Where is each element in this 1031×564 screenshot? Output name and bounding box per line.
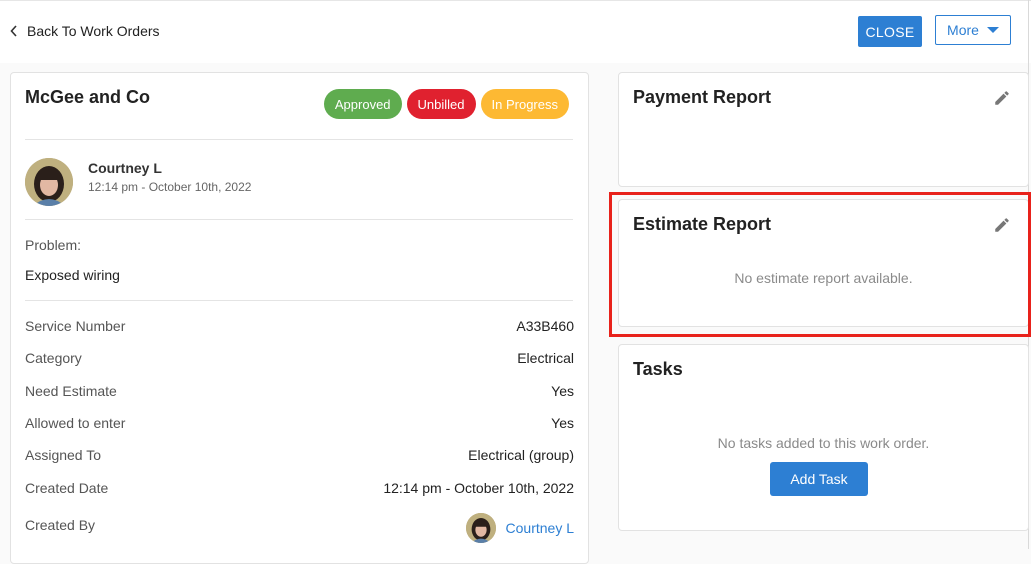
avatar	[25, 158, 73, 206]
estimate-report-title: Estimate Report	[633, 214, 772, 234]
estimate-report-card: Estimate Report No estimate report avail…	[618, 199, 1029, 327]
detail-label-service-number: Service Number	[25, 318, 126, 334]
tasks-empty-text: No tasks added to this work order.	[717, 435, 930, 451]
back-to-work-orders-link[interactable]: Back To Work Orders	[10, 23, 160, 39]
add-task-label: Add Task	[790, 471, 848, 487]
avatar-image	[465, 513, 496, 543]
author-name: Courtney L	[88, 160, 162, 176]
detail-value-created-date: 12:14 pm - October 10th, 2022	[383, 480, 574, 496]
created-by-label: Created By	[25, 517, 96, 533]
chevron-left-icon	[10, 25, 17, 37]
work-order-title: McGee and Co	[25, 87, 151, 107]
back-link-label: Back To Work Orders	[27, 23, 160, 39]
pencil-icon[interactable]	[993, 216, 1011, 234]
problem-label: Problem:	[25, 237, 82, 253]
tasks-card: Tasks No tasks added to this work order.…	[618, 344, 1029, 531]
created-by-name-link[interactable]: Courtney L	[506, 520, 574, 536]
detail-value-category: Electrical	[517, 350, 574, 366]
estimate-empty-text: No estimate report available.	[734, 270, 913, 286]
created-by-user: Courtney L	[465, 513, 574, 543]
detail-label-created-date: Created Date	[25, 480, 109, 496]
status-badges: Approved Unbilled In Progress	[323, 89, 569, 119]
more-button-label: More	[947, 22, 979, 38]
detail-value-assigned-to: Electrical (group)	[468, 447, 574, 463]
close-button[interactable]: CLOSE	[858, 16, 922, 47]
top-bar: Back To Work Orders CLOSE More	[0, 0, 1031, 63]
detail-label-allowed-to-enter: Allowed to enter	[25, 415, 126, 431]
more-button[interactable]: More	[935, 15, 1011, 45]
divider	[25, 139, 573, 140]
detail-value-need-estimate: Yes	[551, 383, 574, 399]
detail-label-category: Category	[25, 350, 82, 366]
detail-label-assigned-to: Assigned To	[25, 447, 102, 463]
detail-label-need-estimate: Need Estimate	[25, 383, 117, 399]
detail-value-service-number: A33B460	[516, 318, 574, 334]
close-button-label: CLOSE	[865, 23, 915, 40]
author-timestamp: 12:14 pm - October 10th, 2022	[88, 180, 252, 194]
work-order-card: McGee and Co Approved Unbilled In Progre…	[10, 72, 589, 564]
problem-text: Exposed wiring	[25, 267, 120, 283]
payment-report-card: Payment Report	[618, 72, 1029, 187]
divider	[25, 300, 573, 301]
tasks-title: Tasks	[633, 359, 683, 379]
status-badge-approved: Approved	[323, 89, 402, 119]
caret-down-icon	[986, 27, 999, 33]
avatar-small	[465, 513, 496, 543]
status-badge-in-progress: In Progress	[480, 89, 569, 119]
status-badge-unbilled: Unbilled	[406, 89, 476, 119]
add-task-button[interactable]: Add Task	[770, 462, 868, 496]
payment-report-title: Payment Report	[633, 87, 772, 107]
pencil-icon[interactable]	[993, 89, 1011, 107]
avatar-image	[25, 158, 73, 206]
detail-value-allowed-to-enter: Yes	[551, 415, 574, 431]
divider	[25, 219, 573, 220]
